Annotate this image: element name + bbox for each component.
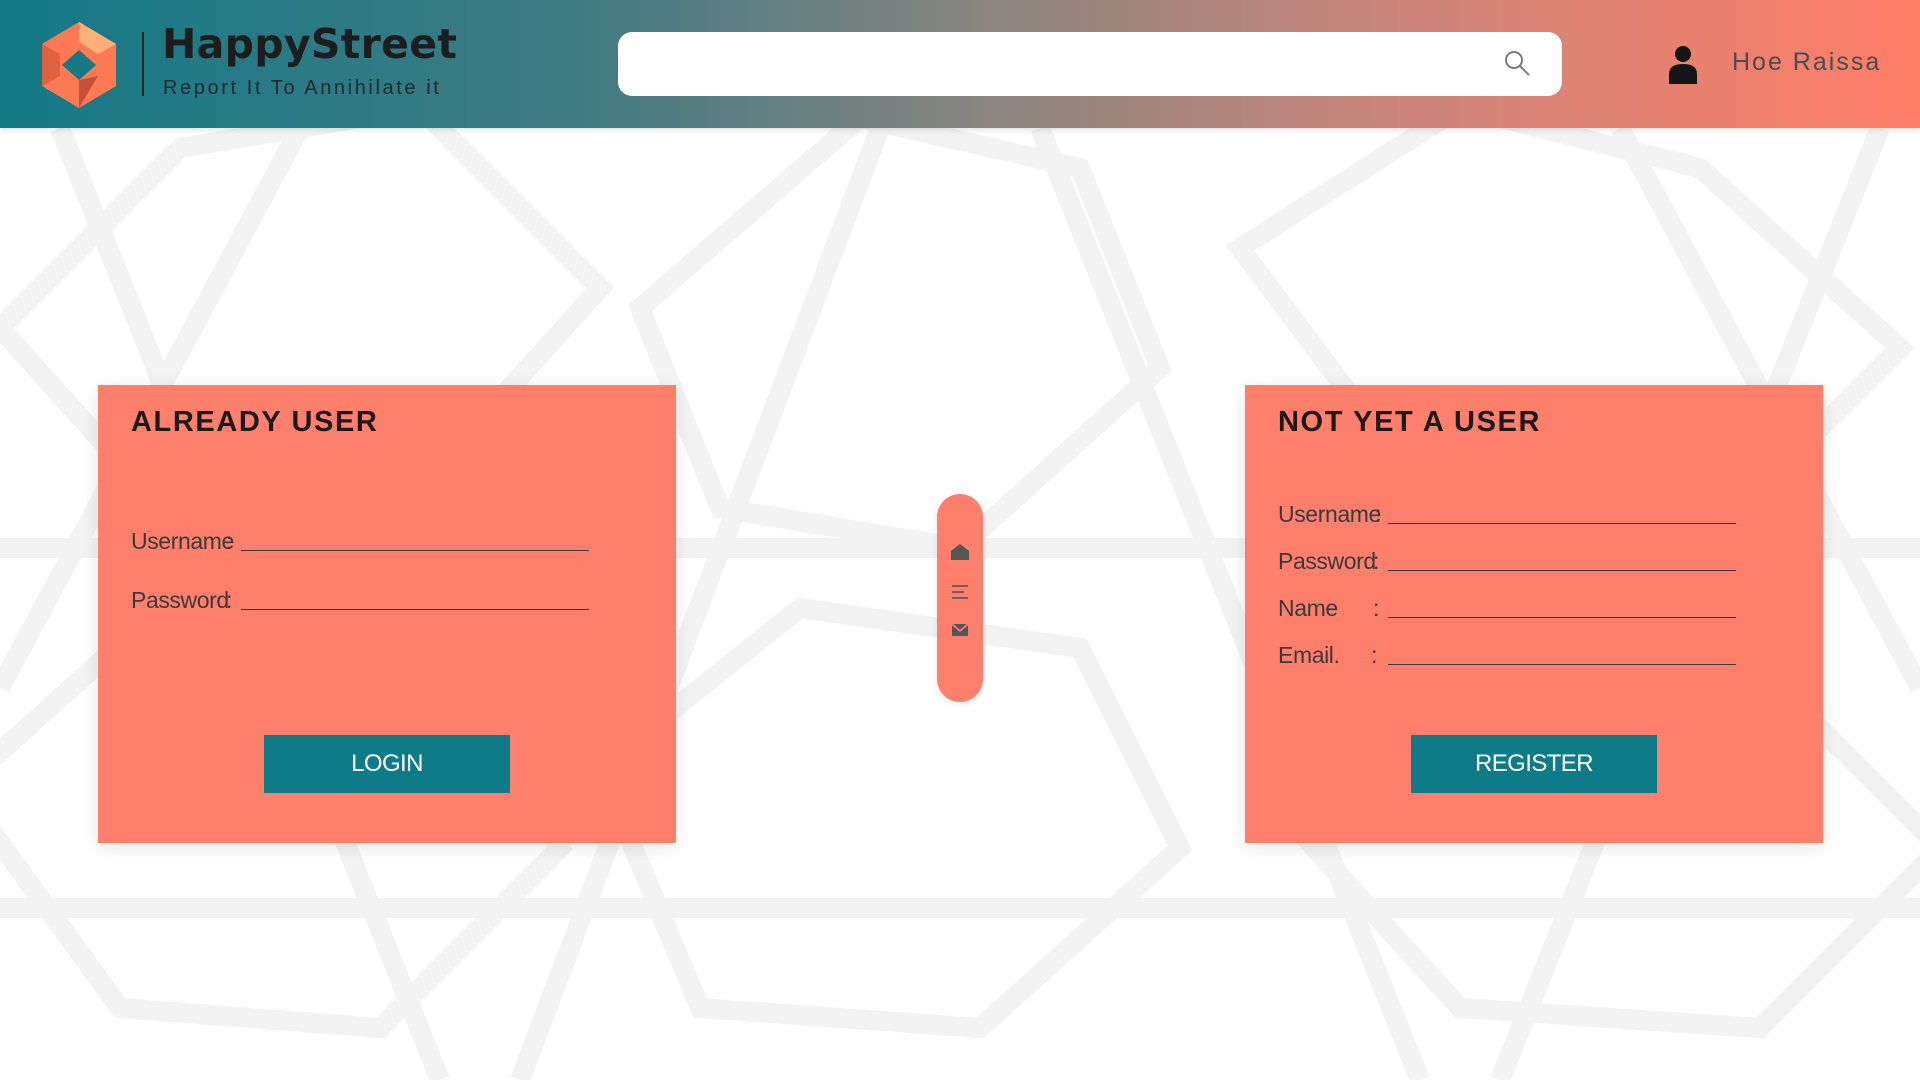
register-username-label: Username <box>1278 501 1381 527</box>
login-password-colon: : <box>226 587 233 613</box>
register-button[interactable]: REGISTER <box>1411 735 1657 793</box>
mail-icon[interactable] <box>950 620 970 640</box>
user-name[interactable]: Hoe Raissa <box>1732 50 1881 75</box>
brand-tagline: Report It To Annihilate it <box>163 77 442 99</box>
login-card-title: ALREADY USER <box>131 406 379 438</box>
search-input[interactable] <box>618 32 1562 96</box>
login-username-field[interactable] <box>241 519 589 551</box>
login-username-colon: : <box>226 528 233 554</box>
register-name-field[interactable] <box>1388 586 1736 618</box>
login-password-field[interactable] <box>241 578 589 610</box>
user-avatar-icon[interactable] <box>1668 44 1698 84</box>
happystreet-logo[interactable] <box>38 20 120 110</box>
login-button[interactable]: LOGIN <box>264 735 510 793</box>
register-password-label: Password <box>1278 548 1376 574</box>
register-username-colon: : <box>1375 501 1382 527</box>
register-email-label: Email. <box>1278 642 1340 668</box>
brand-name: HappyStreet <box>162 20 458 68</box>
register-name-label: Name <box>1278 595 1338 621</box>
login-card: ALREADY USER Username : Password : LOGIN <box>98 385 676 843</box>
register-card: NOT YET A USER Username : Password : Nam… <box>1245 385 1823 843</box>
register-username-field[interactable] <box>1388 492 1736 524</box>
register-password-field[interactable] <box>1388 539 1736 571</box>
search-icon[interactable] <box>1502 48 1532 78</box>
home-icon[interactable] <box>950 542 970 562</box>
register-password-colon: : <box>1373 548 1380 574</box>
login-username-label: Username <box>131 528 234 554</box>
register-name-colon: : <box>1373 595 1380 621</box>
top-header: HappyStreet Report It To Annihilate it H… <box>0 0 1920 128</box>
register-card-title: NOT YET A USER <box>1278 406 1542 438</box>
login-password-label: Password <box>131 587 229 613</box>
logo-divider <box>142 32 144 96</box>
register-email-field[interactable] <box>1388 633 1736 665</box>
menu-icon[interactable] <box>950 582 970 602</box>
side-nav-pill <box>937 494 983 702</box>
register-email-colon: : <box>1371 642 1378 668</box>
